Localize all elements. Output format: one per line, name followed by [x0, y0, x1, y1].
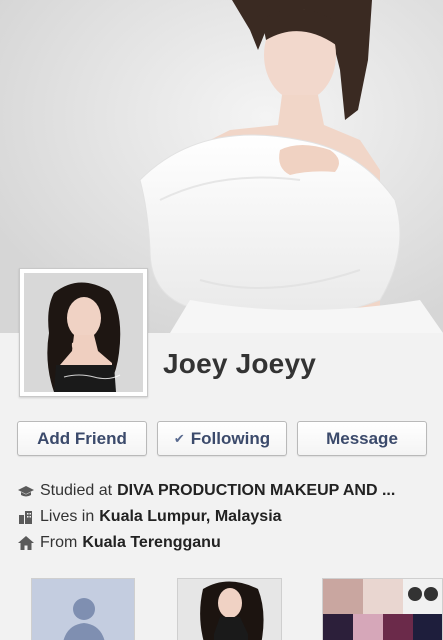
following-button[interactable]: ✔ Following — [157, 421, 287, 456]
following-label: Following — [190, 428, 271, 448]
message-label: Message — [326, 428, 398, 448]
message-button[interactable]: Message — [297, 421, 427, 456]
checkmark-icon: ✔ — [173, 430, 185, 446]
photo-collage-image — [323, 579, 442, 640]
friend-thumbnail[interactable] — [31, 578, 135, 640]
hometown-prefix: From — [40, 534, 78, 551]
add-friend-button[interactable]: Add Friend — [17, 421, 147, 456]
current-city-row[interactable]: Lives in Kuala Lumpur, Malaysia — [18, 507, 282, 527]
graduation-cap-icon — [18, 484, 34, 498]
hometown-value: Kuala Terengganu — [82, 534, 221, 551]
profile-picture-image — [24, 273, 143, 392]
house-icon — [18, 536, 34, 550]
education-row[interactable]: Studied at DIVA PRODUCTION MAKEUP AND ..… — [18, 481, 428, 501]
education-value: DIVA PRODUCTION MAKEUP AND ... — [117, 482, 396, 499]
education-prefix: Studied at — [40, 482, 113, 499]
profile-picture[interactable] — [19, 268, 148, 397]
profile-screen: Joey Joeyy Add Friend ✔ Following Messag… — [0, 0, 443, 640]
photo-collage-thumbnail[interactable] — [322, 578, 443, 640]
profile-name: Joey Joeyy — [163, 348, 316, 379]
building-icon — [18, 510, 34, 524]
photo-thumbnail[interactable] — [177, 578, 282, 640]
photo-thumbnail-image — [178, 579, 281, 640]
add-friend-label: Add Friend — [37, 428, 127, 448]
person-silhouette-icon — [32, 579, 134, 640]
hometown-row[interactable]: From Kuala Terengganu — [18, 533, 221, 553]
current-city-value: Kuala Lumpur, Malaysia — [99, 508, 282, 525]
current-city-prefix: Lives in — [40, 508, 95, 525]
